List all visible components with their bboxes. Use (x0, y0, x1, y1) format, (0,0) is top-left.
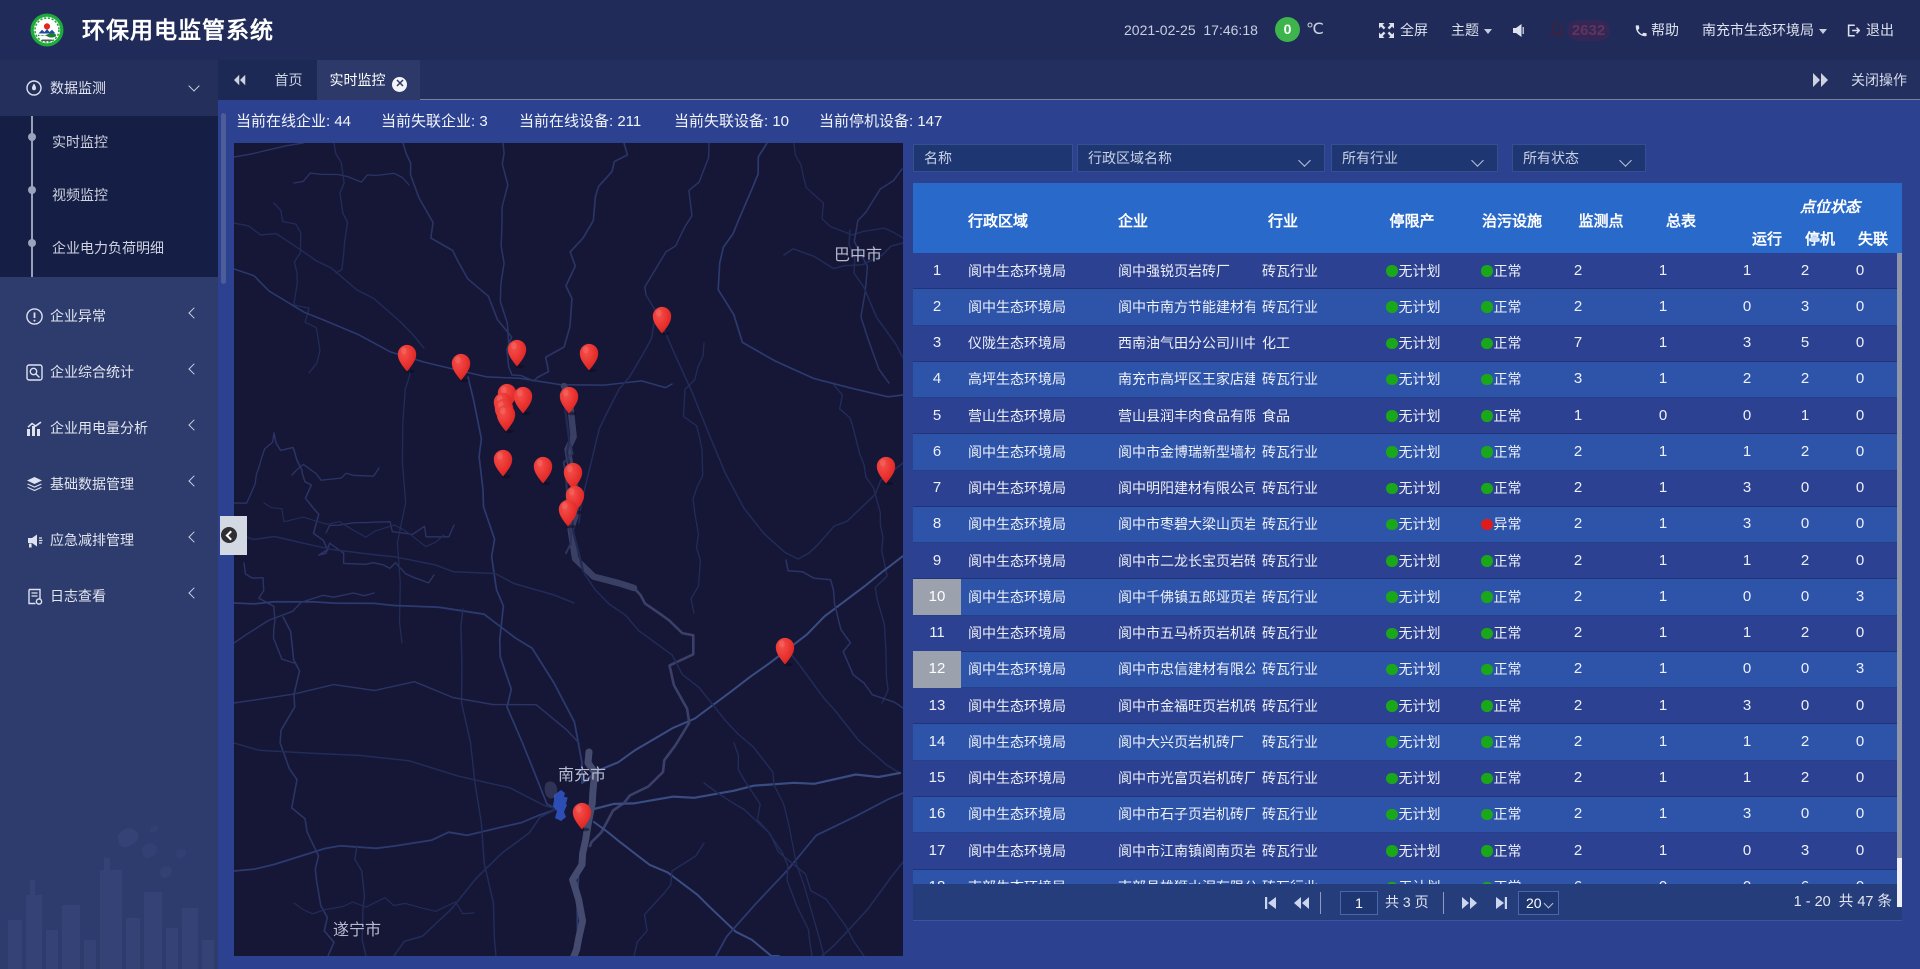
svg-text:巴中市: 巴中市 (834, 246, 882, 264)
svg-text:遂宁市: 遂宁市 (333, 921, 381, 939)
svg-text:南充市: 南充市 (558, 766, 606, 784)
